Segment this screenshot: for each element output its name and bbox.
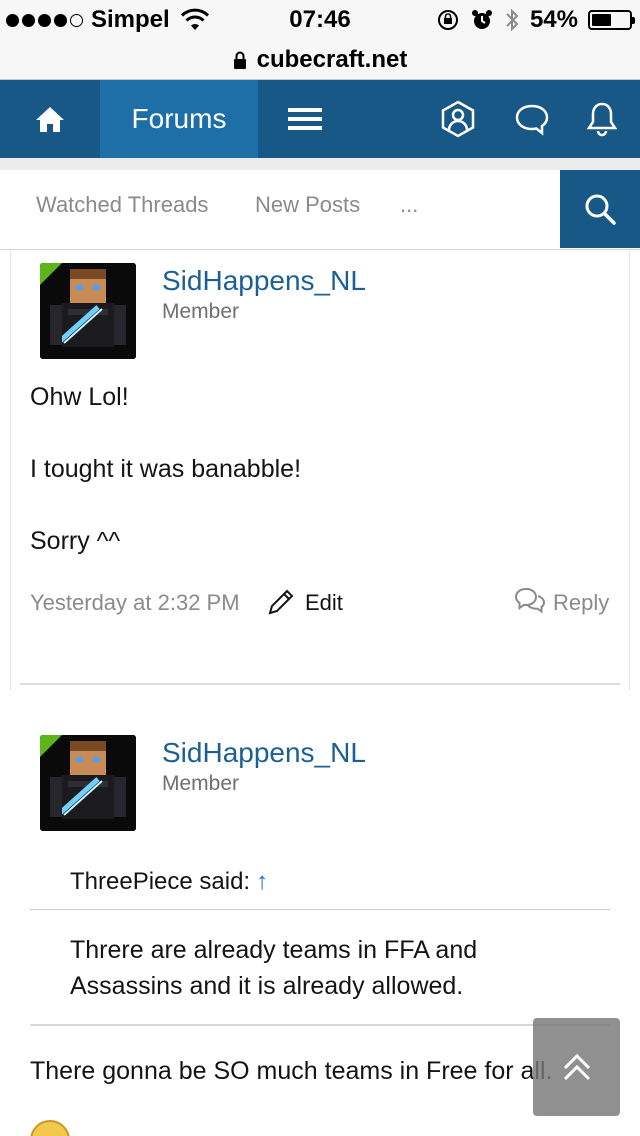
edit-button[interactable]: Edit [305,590,343,616]
post-border-right [629,250,630,690]
username-link[interactable]: SidHappens_NL [162,737,366,769]
quote-author: ThreePiece said: [70,868,251,895]
url-bar[interactable]: cubecraft.net [0,40,640,80]
quote-text: Threre are already teams in FFA and Assa… [70,936,478,1000]
double-chevron-up-icon [563,1053,590,1081]
tab-forums[interactable]: Forums [100,80,258,158]
message-line: Sorry ^^ [30,527,121,555]
battery-level [592,14,612,26]
home-button[interactable] [0,80,100,158]
username-link[interactable]: SidHappens_NL [162,265,366,297]
quote-divider [30,909,610,910]
chat-bubble-icon [515,104,549,136]
user-account-icon [441,100,475,138]
message-line: There gonna be SO much teams in Free for… [30,1057,553,1085]
scroll-to-top-button[interactable] [533,1018,620,1116]
reply-button[interactable]: Reply [553,590,609,616]
alarm-icon [471,10,492,29]
reply-bubbles-icon[interactable] [514,586,546,616]
status-bar: Simpel 07:46 54% [0,0,640,40]
avatar[interactable] [40,735,136,831]
lock-icon [233,51,246,69]
new-posts-link[interactable]: New Posts [255,192,360,218]
user-role: Member [162,772,240,795]
search-icon [585,194,616,225]
user-role: Member [162,300,240,323]
quote-header: ThreePiece said: ↑ [70,868,268,896]
url-text: cubecraft.net [256,45,408,73]
main-navigation: Forums [0,80,640,158]
watched-threads-link[interactable]: Watched Threads [36,192,208,218]
bluetooth-icon [506,8,519,32]
conversations-button[interactable] [500,80,564,158]
hamburger-icon [288,108,322,130]
menu-button[interactable] [268,80,342,158]
avatar[interactable] [40,263,136,359]
pencil-icon[interactable] [266,587,296,617]
quote-jump-arrow-icon[interactable]: ↑ [256,868,268,895]
post-divider [20,683,620,685]
rotation-lock-icon [437,10,458,30]
quote-bottom-border [30,1024,610,1026]
message-line: Ohw Lol! [30,383,129,411]
account-button[interactable] [426,80,490,158]
bell-icon [586,102,618,137]
search-button[interactable] [560,170,640,248]
battery-percentage: 54% [529,6,578,33]
post-border-left [10,250,11,690]
smiley-icon [30,1120,70,1136]
message-line: I tought it was banabble! [30,455,302,483]
subnav-gap [0,158,640,170]
more-link[interactable]: ... [400,192,418,218]
home-icon [36,107,64,132]
battery-icon [588,10,635,30]
alerts-button[interactable] [570,80,634,158]
post-timestamp[interactable]: Yesterday at 2:32 PM [30,590,240,616]
